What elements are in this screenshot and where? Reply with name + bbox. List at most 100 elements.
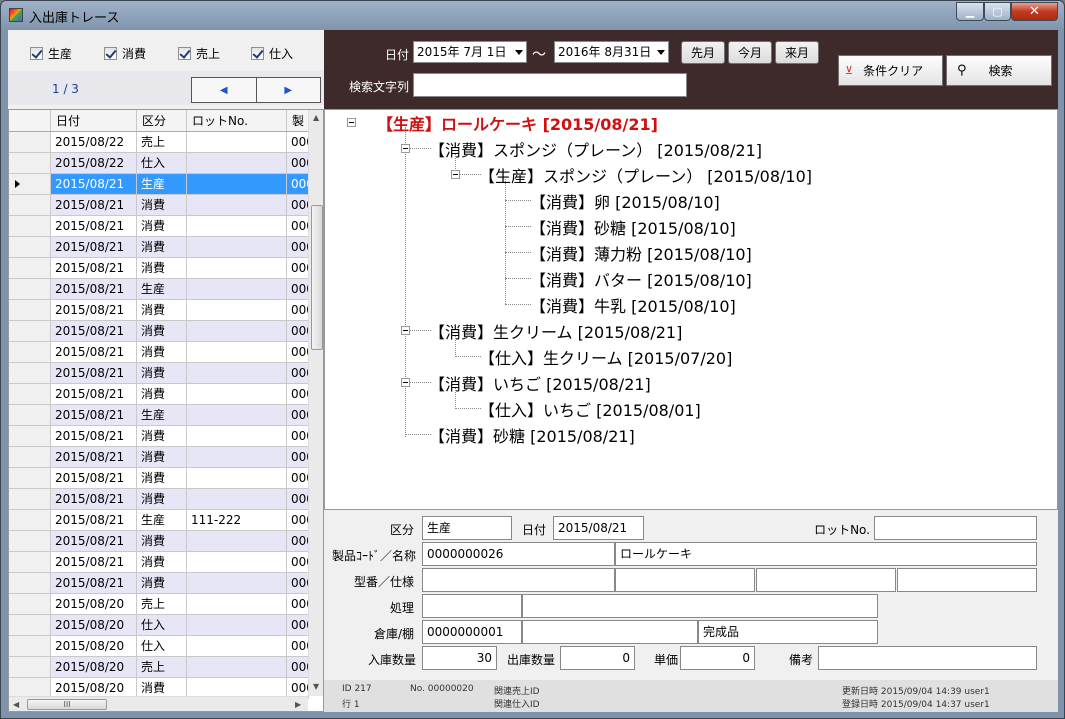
process-name-field[interactable] xyxy=(522,594,878,618)
cell-lot[interactable] xyxy=(187,594,287,614)
row-header[interactable] xyxy=(9,279,51,299)
cell-lot[interactable] xyxy=(187,279,287,299)
cell-product[interactable]: 000 xyxy=(287,363,309,383)
cell-kubun[interactable]: 消費 xyxy=(137,468,187,488)
cell-date[interactable]: 2015/08/21 xyxy=(51,468,137,488)
cell-lot[interactable] xyxy=(187,174,287,194)
cell-kubun[interactable]: 消費 xyxy=(137,300,187,320)
cell-date[interactable]: 2015/08/21 xyxy=(51,258,137,278)
cell-kubun[interactable]: 消費 xyxy=(137,678,187,698)
cell-kubun[interactable]: 仕入 xyxy=(137,615,187,635)
tree-node[interactable]: 【仕入】生クリーム [2015/07/20] xyxy=(479,345,732,369)
filter-consumption-checkbox[interactable]: 消費 xyxy=(104,45,146,61)
model-field[interactable] xyxy=(422,568,615,592)
out-qty-field[interactable]: 0 xyxy=(560,646,635,670)
scroll-left-icon[interactable]: ◀ xyxy=(13,700,19,709)
row-header[interactable] xyxy=(9,615,51,635)
table-row[interactable]: 2015/08/21消費 000 xyxy=(9,237,309,258)
remarks-field[interactable] xyxy=(818,646,1037,670)
cell-date[interactable]: 2015/08/22 xyxy=(51,153,137,173)
table-row[interactable]: 2015/08/21消費 000 xyxy=(9,468,309,489)
cell-product[interactable]: 000 xyxy=(287,405,309,425)
table-row[interactable]: 2015/08/20仕入 000 xyxy=(9,636,309,657)
row-header[interactable] xyxy=(9,342,51,362)
table-row[interactable]: 2015/08/21消費 000 xyxy=(9,216,309,237)
cell-kubun[interactable]: 消費 xyxy=(137,237,187,257)
cell-date[interactable]: 2015/08/21 xyxy=(51,300,137,320)
cell-date[interactable]: 2015/08/20 xyxy=(51,678,137,698)
scroll-right-icon[interactable]: ▶ xyxy=(295,700,301,709)
cell-lot[interactable] xyxy=(187,468,287,488)
cell-lot[interactable] xyxy=(187,216,287,236)
tree-collapse-icon[interactable] xyxy=(401,326,410,335)
cell-lot[interactable] xyxy=(187,258,287,278)
row-header[interactable] xyxy=(9,510,51,530)
cell-product[interactable]: 000 xyxy=(287,237,309,257)
filter-purchase-checkbox[interactable]: 仕入 xyxy=(251,45,293,61)
row-header[interactable] xyxy=(9,363,51,383)
date-from-picker[interactable]: 2015年 7月 1日 xyxy=(413,41,527,63)
row-header[interactable] xyxy=(9,153,51,173)
cell-lot[interactable] xyxy=(187,615,287,635)
table-row[interactable]: 2015/08/20売上 000 xyxy=(9,657,309,678)
row-header[interactable] xyxy=(9,489,51,509)
cell-kubun[interactable]: 生産 xyxy=(137,279,187,299)
cell-lot[interactable] xyxy=(187,678,287,698)
cell-date[interactable]: 2015/08/20 xyxy=(51,594,137,614)
table-row[interactable]: 2015/08/20売上 000 xyxy=(9,594,309,615)
cell-date[interactable]: 2015/08/21 xyxy=(51,363,137,383)
table-row[interactable]: 2015/08/21消費 000 xyxy=(9,426,309,447)
row-header[interactable] xyxy=(9,657,51,677)
cell-date[interactable]: 2015/08/20 xyxy=(51,615,137,635)
table-row[interactable]: 2015/08/21消費 000 xyxy=(9,531,309,552)
cell-product[interactable]: 000 xyxy=(287,615,309,635)
tree-node[interactable]: 【仕入】いちご [2015/08/01] xyxy=(479,397,701,421)
table-row[interactable]: 2015/08/21消費 000 xyxy=(9,384,309,405)
cell-product[interactable]: 000 xyxy=(287,132,309,152)
this-month-button[interactable]: 今月 xyxy=(728,41,772,64)
next-page-button[interactable]: ▶ xyxy=(257,78,321,102)
cell-product[interactable]: 000 xyxy=(287,216,309,236)
cell-kubun[interactable]: 生産 xyxy=(137,510,187,530)
product-code-field[interactable]: 0000000026 xyxy=(422,542,615,566)
cell-kubun[interactable]: 消費 xyxy=(137,195,187,215)
tree-node[interactable]: 【消費】生クリーム [2015/08/21] xyxy=(429,319,682,343)
table-row[interactable]: 2015/08/21消費 000 xyxy=(9,258,309,279)
cell-kubun[interactable]: 消費 xyxy=(137,489,187,509)
cell-lot[interactable] xyxy=(187,153,287,173)
tree-collapse-icon[interactable] xyxy=(451,170,460,179)
column-header-kubun[interactable]: 区分 xyxy=(137,110,187,131)
cell-lot[interactable]: 111-222 xyxy=(187,510,287,530)
cell-product[interactable]: 000 xyxy=(287,531,309,551)
cell-date[interactable]: 2015/08/21 xyxy=(51,426,137,446)
tree-node[interactable]: 【消費】バター [2015/08/10] xyxy=(530,267,752,291)
row-header[interactable] xyxy=(9,195,51,215)
cell-kubun[interactable]: 消費 xyxy=(137,384,187,404)
cell-kubun[interactable]: 消費 xyxy=(137,216,187,236)
table-row[interactable]: 2015/08/21消費 000 xyxy=(9,342,309,363)
prev-month-button[interactable]: 先月 xyxy=(681,41,725,64)
cell-date[interactable]: 2015/08/21 xyxy=(51,405,137,425)
row-header[interactable] xyxy=(9,678,51,698)
tree-collapse-icon[interactable] xyxy=(401,378,410,387)
cell-lot[interactable] xyxy=(187,447,287,467)
cell-kubun[interactable]: 消費 xyxy=(137,363,187,383)
record-grid[interactable]: 日付 区分 ロットNo. 製 2015/08/22売上0002015/08/22… xyxy=(8,109,324,712)
table-row[interactable]: 2015/08/21生産111-222000 xyxy=(9,510,309,531)
horizontal-scrollbar[interactable]: ◀ III ▶ xyxy=(9,696,308,711)
cell-date[interactable]: 2015/08/21 xyxy=(51,279,137,299)
table-row[interactable]: 2015/08/21生産 000 xyxy=(9,174,309,195)
cell-lot[interactable] xyxy=(187,237,287,257)
row-header[interactable] xyxy=(9,573,51,593)
cell-lot[interactable] xyxy=(187,636,287,656)
spec-field-2[interactable] xyxy=(756,568,896,592)
spec-field-3[interactable] xyxy=(897,568,1037,592)
cell-kubun[interactable]: 売上 xyxy=(137,594,187,614)
table-row[interactable]: 2015/08/21消費 000 xyxy=(9,447,309,468)
table-row[interactable]: 2015/08/21消費 000 xyxy=(9,552,309,573)
cell-date[interactable]: 2015/08/20 xyxy=(51,636,137,656)
tree-node[interactable]: 【消費】牛乳 [2015/08/10] xyxy=(530,293,736,317)
table-row[interactable]: 2015/08/22仕入 000 xyxy=(9,153,309,174)
filter-sales-checkbox[interactable]: 売上 xyxy=(178,45,220,61)
keyword-input[interactable] xyxy=(413,73,687,97)
